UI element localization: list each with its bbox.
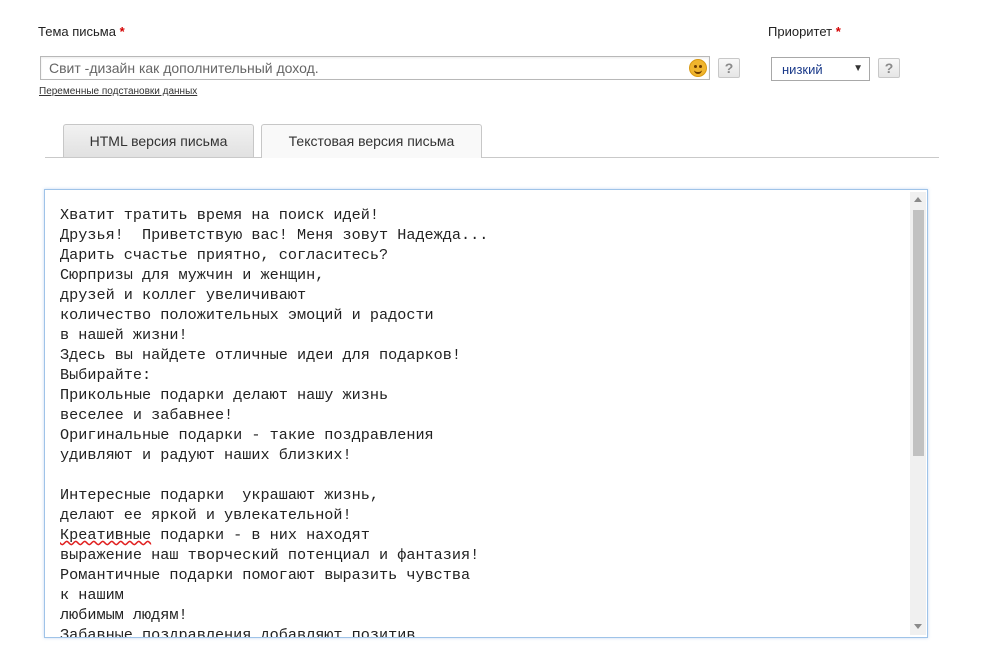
- tab-text-version[interactable]: Текстовая версия письма: [261, 124, 482, 158]
- editor-line: делают ее яркой и увлекательной!: [60, 506, 352, 524]
- subject-input[interactable]: [41, 57, 697, 79]
- subject-required-mark: *: [119, 24, 125, 39]
- priority-help-button[interactable]: ?: [878, 58, 900, 78]
- subject-label: Тема письма *: [38, 24, 125, 39]
- editor-line: Интересные подарки украшают жизнь,: [60, 486, 379, 504]
- editor-line: выражение наш творческий потенциал и фан…: [60, 546, 480, 564]
- priority-required-mark: *: [835, 24, 841, 39]
- spellcheck-word[interactable]: Креативные: [60, 526, 151, 544]
- editor-line: Оригинальные подарки - такие поздравлени…: [60, 426, 434, 444]
- editor-line: Выбирайте:: [60, 366, 152, 384]
- editor-line: к нашим: [60, 586, 124, 604]
- editor-line: Сюрпризы для мужчин и женщин,: [60, 266, 325, 284]
- editor-line: друзей и коллег увеличивают: [60, 286, 307, 304]
- tab-html-version[interactable]: HTML версия письма: [63, 124, 254, 157]
- editor-line: Друзья! Приветствую вас! Меня зовут Наде…: [60, 226, 489, 244]
- text-body-editor[interactable]: Хватит тратить время на поиск идей! Друз…: [44, 189, 928, 638]
- editor-line: Забавные поздравления добавляют позитив: [60, 626, 416, 638]
- tabs-divider: [45, 157, 939, 158]
- variables-link[interactable]: Переменные подстановки данных: [39, 86, 197, 97]
- editor-line: Прикольные подарки делают нашу жизнь: [60, 386, 389, 404]
- smiley-icon[interactable]: [689, 59, 707, 77]
- text-body-content[interactable]: Хватит тратить время на поиск идей! Друз…: [60, 205, 920, 638]
- editor-line: Здесь вы найдете отличные идеи для подар…: [60, 346, 462, 364]
- chevron-down-icon: ▼: [853, 63, 863, 74]
- editor-line: веселее и забавнее!: [60, 406, 234, 424]
- editor-line: Креативные подарки - в них находят: [60, 526, 370, 544]
- scroll-down-arrow-icon[interactable]: [914, 624, 922, 629]
- priority-label-text: Приоритет: [768, 24, 833, 39]
- scrollbar-thumb[interactable]: [913, 210, 924, 456]
- priority-select[interactable]: низкий ▼: [771, 57, 870, 81]
- subject-field[interactable]: [40, 56, 710, 80]
- editor-line: удивляют и радуют наших близких!: [60, 446, 352, 464]
- scroll-up-arrow-icon[interactable]: [914, 197, 922, 202]
- priority-label: Приоритет *: [768, 24, 841, 39]
- editor-scrollbar[interactable]: [910, 192, 926, 635]
- editor-line: в нашей жизни!: [60, 326, 188, 344]
- priority-selected-value: низкий: [782, 62, 823, 77]
- subject-label-text: Тема письма: [38, 24, 116, 39]
- editor-line: Романтичные подарки помогают выразить чу…: [60, 566, 471, 584]
- editor-line: Дарить счастье приятно, согласитесь?: [60, 246, 389, 264]
- editor-line: количество положительных эмоций и радост…: [60, 306, 434, 324]
- editor-line: Хватит тратить время на поиск идей!: [60, 206, 379, 224]
- editor-line: любимым людям!: [60, 606, 188, 624]
- subject-help-button[interactable]: ?: [718, 58, 740, 78]
